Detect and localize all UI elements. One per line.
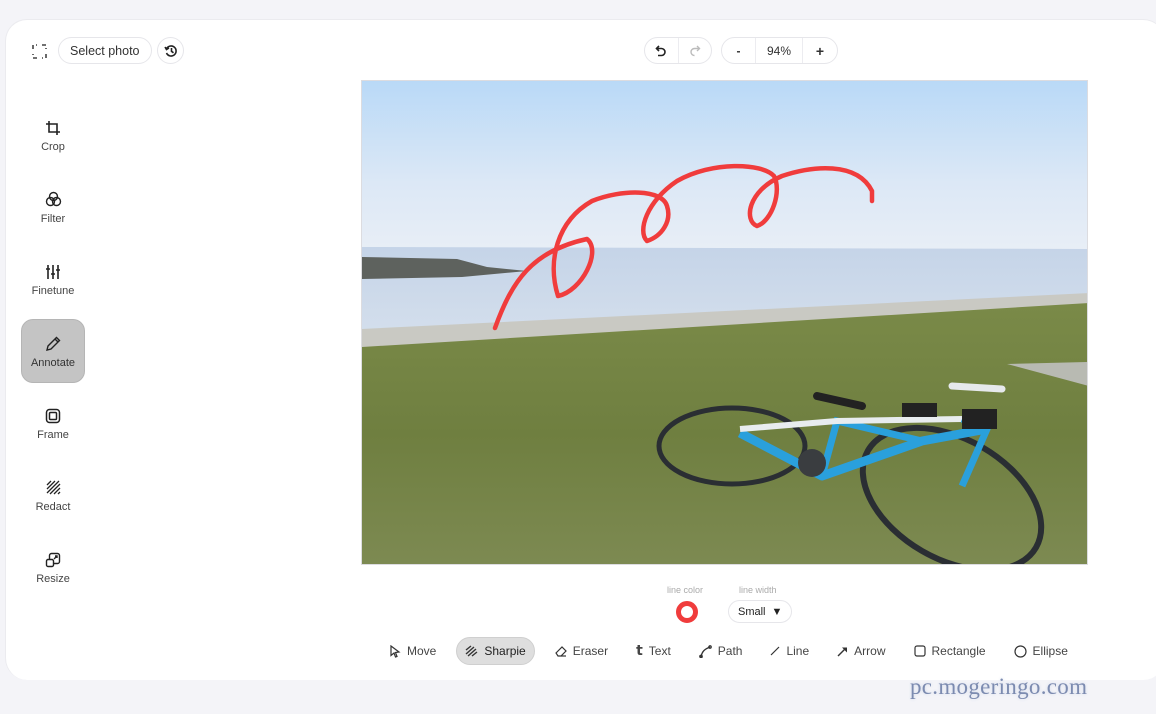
text-t-icon: t	[636, 643, 643, 659]
watermark: pc.mogeringo.com	[910, 674, 1088, 699]
frame-icon	[45, 406, 61, 426]
line-width-value: Small	[738, 605, 766, 618]
line-color-label: line color	[667, 585, 704, 595]
tool-text[interactable]: t Text	[628, 637, 679, 665]
sidebar-item-resize[interactable]: Resize	[21, 535, 85, 599]
tool-line[interactable]: Line	[762, 637, 817, 665]
sidebar-item-label: Annotate	[30, 356, 76, 369]
select-photo-button[interactable]: Select photo	[58, 37, 152, 64]
crop-icon	[45, 118, 61, 138]
pencil-icon	[45, 334, 61, 354]
zoom-out-label: -	[736, 43, 741, 58]
zoom-level[interactable]: 94%	[755, 38, 803, 63]
sidebar-item-finetune[interactable]: Finetune	[21, 247, 85, 311]
undo-button[interactable]	[645, 38, 678, 63]
tool-move[interactable]: Move	[382, 637, 444, 665]
sidebar-item-frame[interactable]: Frame	[21, 391, 85, 455]
line-icon	[770, 646, 780, 656]
zoom-out-button[interactable]: -	[722, 38, 755, 63]
sidebar: Crop Filter Finetune Annotate Frame Reda…	[21, 103, 87, 607]
sidebar-item-label: Crop	[41, 140, 65, 153]
tool-label: Sharpie	[484, 644, 526, 658]
annotate-toolbar: Move Sharpie Eraser t Text Path Line Arr…	[382, 637, 1088, 665]
zoom-in-label: +	[815, 42, 825, 59]
path-icon	[698, 644, 712, 658]
tool-label: Eraser	[572, 644, 609, 658]
fullscreen-button[interactable]	[30, 42, 48, 60]
sidebar-item-label: Resize	[36, 572, 70, 585]
sidebar-item-filter[interactable]: Filter	[21, 175, 85, 239]
tool-label: Rectangle	[931, 644, 986, 658]
sidebar-item-redact[interactable]: Redact	[21, 463, 85, 527]
fullscreen-corners-icon	[31, 43, 47, 59]
tool-rectangle[interactable]: Rectangle	[906, 637, 994, 665]
sliders-icon	[45, 262, 61, 282]
sidebar-item-crop[interactable]: Crop	[21, 103, 85, 167]
redo-button[interactable]	[677, 38, 712, 63]
image-editor: Select photo - 94% + Crop Filter Finetun…	[5, 19, 1156, 680]
sidebar-item-label: Finetune	[31, 284, 75, 297]
tool-label: Text	[648, 644, 671, 658]
sidebar-item-label: Frame	[37, 428, 69, 441]
resize-icon	[45, 550, 61, 570]
tool-label: Line	[786, 644, 810, 658]
redact-hatch-icon	[46, 478, 61, 498]
chevron-down-icon: ▼	[771, 605, 783, 618]
line-color-swatch[interactable]	[676, 601, 698, 623]
tool-label: Ellipse	[1032, 644, 1068, 658]
history-button[interactable]	[157, 37, 184, 64]
zoom-in-button[interactable]: +	[803, 38, 837, 63]
photo	[362, 81, 1087, 564]
sidebar-item-label: Redact	[35, 500, 71, 513]
cursor-arrow-icon	[390, 644, 401, 658]
undo-redo-group	[644, 37, 712, 64]
select-photo-label: Select photo	[70, 43, 140, 58]
sharpie-icon	[465, 645, 478, 657]
tool-label: Arrow	[854, 644, 886, 658]
tool-ellipse[interactable]: Ellipse	[1006, 637, 1076, 665]
sidebar-item-annotate[interactable]: Annotate	[21, 319, 85, 383]
sidebar-item-label: Filter	[40, 212, 66, 225]
redo-icon	[690, 45, 701, 56]
undo-icon	[655, 44, 667, 56]
history-clock-icon	[163, 44, 177, 57]
filter-circles-icon	[45, 190, 62, 210]
arrow-icon	[837, 646, 848, 657]
tool-label: Path	[717, 644, 743, 658]
tool-sharpie[interactable]: Sharpie	[456, 637, 535, 665]
tool-arrow[interactable]: Arrow	[829, 637, 893, 665]
tool-path[interactable]: Path	[691, 637, 751, 665]
tool-label: Move	[407, 644, 437, 658]
zoom-control: - 94% +	[721, 37, 838, 64]
image-canvas[interactable]	[361, 80, 1088, 565]
line-width-label: line width	[739, 585, 777, 595]
line-width-select[interactable]: Small ▼	[728, 600, 793, 623]
zoom-level-value: 94%	[766, 43, 792, 58]
eraser-icon	[554, 645, 567, 657]
rectangle-icon	[913, 645, 926, 657]
tool-eraser[interactable]: Eraser	[547, 637, 616, 665]
ellipse-icon	[1013, 644, 1027, 658]
